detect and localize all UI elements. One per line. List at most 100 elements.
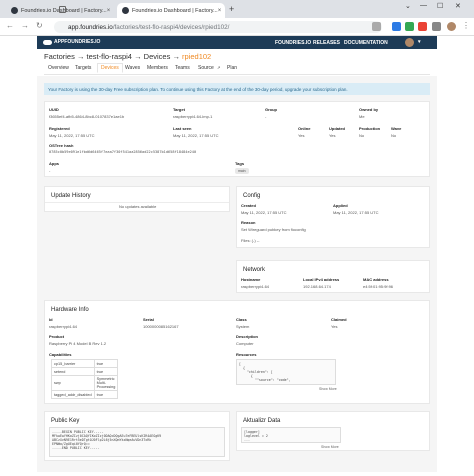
factory-tabs: Overview Targets Devices Waves Members T… <box>44 63 430 75</box>
url-path: /factories/test-flo-raspi4/devices/rpied… <box>112 23 230 31</box>
tab-overview[interactable]: Overview <box>48 65 69 71</box>
wave-label: Wave <box>391 126 402 131</box>
tab-waves[interactable]: Waves <box>125 65 140 71</box>
table-row: cp15_barrier true <box>51 359 119 368</box>
hardware-info-card: Hardware Info Id raspberrypi4-64 Serial … <box>44 300 430 404</box>
config-title: Config <box>243 193 261 199</box>
forward-icon[interactable]: → <box>21 21 29 30</box>
reload-icon[interactable]: ↻ <box>36 21 43 30</box>
hostname-value: raspberrypi4-64 <box>241 284 270 289</box>
extension-icon[interactable] <box>418 22 427 31</box>
app-logo[interactable]: APPFOUNDRIES.IO <box>43 39 100 45</box>
cloud-logo-icon <box>43 39 52 45</box>
updated-label: Updated <box>329 126 345 131</box>
tab-source[interactable]: Source <box>198 65 214 71</box>
serial-label: Serial <box>143 317 154 322</box>
table-row: tagged_addr_disabled true <box>51 390 119 399</box>
lock-icon[interactable] <box>59 6 66 13</box>
device-summary-card: UUID f3655ef4-afb5-4864-8bc8-0107837e1ae… <box>44 101 430 177</box>
user-avatar[interactable] <box>405 38 414 47</box>
online-value: Yes <box>298 133 305 138</box>
breadcrumb-factories[interactable]: Factories <box>44 52 75 61</box>
capabilities-label: Capabilities <box>49 352 72 357</box>
claimed-label: Claimed <box>331 317 347 322</box>
puzzle-icon[interactable] <box>432 22 441 31</box>
new-tab-icon[interactable]: + <box>229 4 234 14</box>
table-row: setend true <box>51 367 119 376</box>
description-label: Description <box>236 334 259 339</box>
tag-chip: main <box>235 168 249 174</box>
product-value: Raspberry Pi 4 Model B Rev 1.2 <box>49 341 107 346</box>
divider <box>45 202 229 203</box>
tab-plan[interactable]: Plan <box>227 65 237 71</box>
created-label: Created <box>241 203 256 208</box>
browser-menu-icon[interactable]: ⋮ <box>462 21 470 30</box>
resources-label: Resources <box>236 352 257 357</box>
target-value: raspberrypi4-64-lmp-1 <box>173 114 213 119</box>
close-tab-icon[interactable]: × <box>107 8 111 14</box>
group-value: - <box>265 114 267 119</box>
chevron-down-icon[interactable]: ⌄ <box>405 2 411 10</box>
production-label: Production <box>359 126 381 131</box>
close-tab-icon[interactable]: × <box>218 8 222 14</box>
back-icon[interactable]: ← <box>6 21 14 30</box>
mac-value: e4:5f:01:95:9f:96 <box>363 284 394 289</box>
aktualizr-title: Aktualizr Data <box>243 418 281 424</box>
foundries-favicon-icon <box>122 7 129 14</box>
tab-teams[interactable]: Teams <box>175 65 190 71</box>
show-more-button[interactable]: Show More <box>319 387 337 391</box>
config-card: Config Created May 11, 2022, 17:55 UTC A… <box>236 186 430 248</box>
nav-foundries[interactable]: FOUNDRIES.IO <box>275 40 311 46</box>
close-window-icon[interactable]: ✕ <box>455 2 461 10</box>
extension-icon[interactable] <box>392 22 401 31</box>
capabilities-table: cp15_barrier true setend true swp Symmetric… <box>51 359 119 399</box>
table-row: swp Symmetric Multi-Processing <box>51 375 119 391</box>
created-value: May 11, 2022, 17:55 UTC <box>241 210 287 215</box>
product-label: Product <box>49 334 65 339</box>
app-navbar: APPFOUNDRIES.IO FOUNDRIES.IO RELEASES DO… <box>37 36 437 49</box>
ostree-value: 0785c0b59e091e1fbd6d6465f7eaa7f30f541aa2… <box>49 150 197 154</box>
breadcrumb-device: rpied102 <box>182 52 212 61</box>
registered-value: May 11, 2022, 17:55 UTC <box>49 133 95 138</box>
lastseen-value: May 11, 2022, 17:55 UTC <box>173 133 219 138</box>
resources-code: [ { "children": [ { ""source": "code", <box>236 359 336 385</box>
maximize-icon[interactable]: ☐ <box>437 2 443 10</box>
ipv4-label: Local IPv4 address <box>303 277 340 282</box>
profile-avatar[interactable] <box>447 22 456 31</box>
share-icon[interactable] <box>372 22 381 31</box>
breadcrumb-factory[interactable]: test-flo-raspi4 <box>87 52 132 61</box>
tab-targets[interactable]: Targets <box>75 65 91 71</box>
ipv4-value: 192.168.64.174 <box>303 284 331 289</box>
foundries-favicon-icon <box>11 7 18 14</box>
tab-members[interactable]: Members <box>147 65 168 71</box>
show-more-button[interactable]: Show More <box>321 445 339 449</box>
ostree-label: OSTree hash <box>49 143 74 148</box>
uuid-value: f3655ef4-afb5-4864-8bc8-0107837e1ae1b <box>49 114 125 119</box>
browser-toolbar: ← → ↻ app.foundries.io/factories/test-fl… <box>0 18 474 36</box>
browser-tab-active[interactable]: Foundries.io Dashboard | Factory... × <box>117 3 225 18</box>
apps-label: Apps <box>49 161 59 166</box>
minimize-icon[interactable]: — <box>420 2 427 9</box>
breadcrumb: Factories → test-flo-raspi4 → Devices → … <box>44 52 212 61</box>
breadcrumb-devices[interactable]: Devices <box>144 52 171 61</box>
tab-devices[interactable]: Devices <box>97 63 123 73</box>
files-toggle[interactable]: Files: (-) -- <box>241 238 259 243</box>
address-bar[interactable]: app.foundries.io/factories/test-flo-rasp… <box>54 21 382 33</box>
target-label: Target <box>173 107 185 112</box>
nav-documentation[interactable]: DOCUMENTATION <box>344 40 388 46</box>
public-key-card: Public Key -----BEGIN PUBLIC KEY----- MF… <box>44 411 230 461</box>
online-label: Online <box>298 126 311 131</box>
extension-icon[interactable] <box>405 22 414 31</box>
aktualizr-code: [logger] loglevel = 2 ... <box>241 427 341 443</box>
chevron-down-icon[interactable]: ▾ <box>418 39 421 45</box>
uuid-label: UUID <box>49 107 59 112</box>
network-title: Network <box>243 267 266 273</box>
tab-title: Foundries.io Dashboard | Factory... <box>132 7 218 14</box>
nav-releases[interactable]: RELEASES <box>313 40 340 46</box>
updated-value: Yes <box>329 133 336 138</box>
aktualizr-card: Aktualizr Data [logger] loglevel = 2 ...… <box>236 411 430 451</box>
serial-value: 1000000085162167 <box>143 324 179 329</box>
lastseen-label: Last seen <box>173 126 192 131</box>
no-updates-text: No updates available <box>119 204 157 209</box>
url-host: app.foundries.io <box>68 23 113 31</box>
